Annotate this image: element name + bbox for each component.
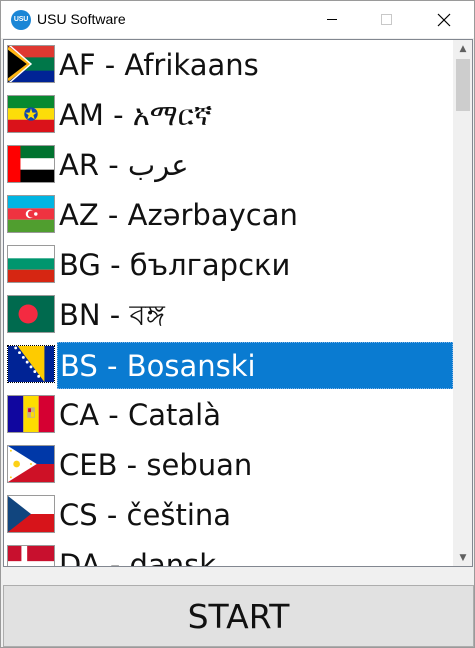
- language-item-bd[interactable]: BN - বঙ্গ: [4, 290, 454, 340]
- language-list-items: AF - Afrikaans AM - አማርኛ AR - عرب AZ - Azər…: [4, 40, 454, 567]
- language-item-ae[interactable]: AR - عرب: [4, 140, 454, 190]
- scrollbar-thumb[interactable]: [456, 59, 470, 111]
- close-button[interactable]: [421, 1, 467, 38]
- app-window: USU USU Software AF - Afrikaans AM - አማርኛ…: [0, 0, 475, 648]
- language-item-ad[interactable]: CA - Català: [4, 390, 454, 440]
- title-bar: USU USU Software: [1, 1, 474, 38]
- language-item-ba[interactable]: BS - Bosanski: [4, 340, 454, 390]
- flag-ph-icon: [7, 445, 55, 483]
- maximize-button[interactable]: [363, 1, 409, 38]
- language-item-az[interactable]: AZ - Azərbaycan: [4, 190, 454, 240]
- flag-za-icon: [7, 45, 55, 83]
- language-item-cz[interactable]: CS - čeština: [4, 490, 454, 540]
- language-item-bg[interactable]: BG - български: [4, 240, 454, 290]
- flag-ad-icon: [7, 395, 55, 433]
- scroll-down-icon[interactable]: ▼: [453, 549, 472, 566]
- language-label: AZ - Azərbaycan: [59, 198, 298, 232]
- flag-et-icon: [7, 95, 55, 133]
- flag-bd-icon: [7, 295, 55, 333]
- language-item-et[interactable]: AM - አማርኛ: [4, 90, 454, 140]
- language-list[interactable]: AF - Afrikaans AM - አማርኛ AR - عرب AZ - Azər…: [3, 39, 473, 567]
- language-label: BG - български: [59, 248, 291, 282]
- language-item-za[interactable]: AF - Afrikaans: [4, 40, 454, 90]
- language-label: DA - dansk: [59, 548, 217, 567]
- window-title: USU Software: [37, 11, 126, 27]
- language-label: AR - عرب: [59, 148, 189, 182]
- language-label: CS - čeština: [59, 498, 232, 532]
- language-label: CEB - sebuan: [59, 448, 253, 482]
- language-label: BN - বঙ্গ: [59, 298, 165, 332]
- flag-cz-icon: [7, 495, 55, 533]
- language-label: BS - Bosanski: [57, 342, 453, 389]
- minimize-button[interactable]: [309, 1, 355, 38]
- language-label: CA - Català: [59, 398, 221, 432]
- flag-ba-icon: [7, 345, 55, 383]
- minimize-icon: [327, 19, 337, 20]
- scroll-up-icon[interactable]: ▲: [453, 40, 472, 57]
- maximize-icon: [380, 14, 392, 25]
- language-item-ph[interactable]: CEB - sebuan: [4, 440, 454, 490]
- language-item-dk[interactable]: DA - dansk: [4, 540, 454, 567]
- language-label: AM - አማርኛ: [59, 98, 213, 132]
- flag-ae-icon: [7, 145, 55, 183]
- usu-logo-icon: USU: [11, 10, 31, 30]
- start-button[interactable]: START: [3, 585, 474, 647]
- flag-az-icon: [7, 195, 55, 233]
- flag-dk-icon: [7, 545, 55, 566]
- language-label: AF - Afrikaans: [59, 48, 259, 82]
- close-icon: [437, 13, 451, 26]
- flag-bg-icon: [7, 245, 55, 283]
- vertical-scrollbar[interactable]: ▲ ▼: [453, 40, 472, 566]
